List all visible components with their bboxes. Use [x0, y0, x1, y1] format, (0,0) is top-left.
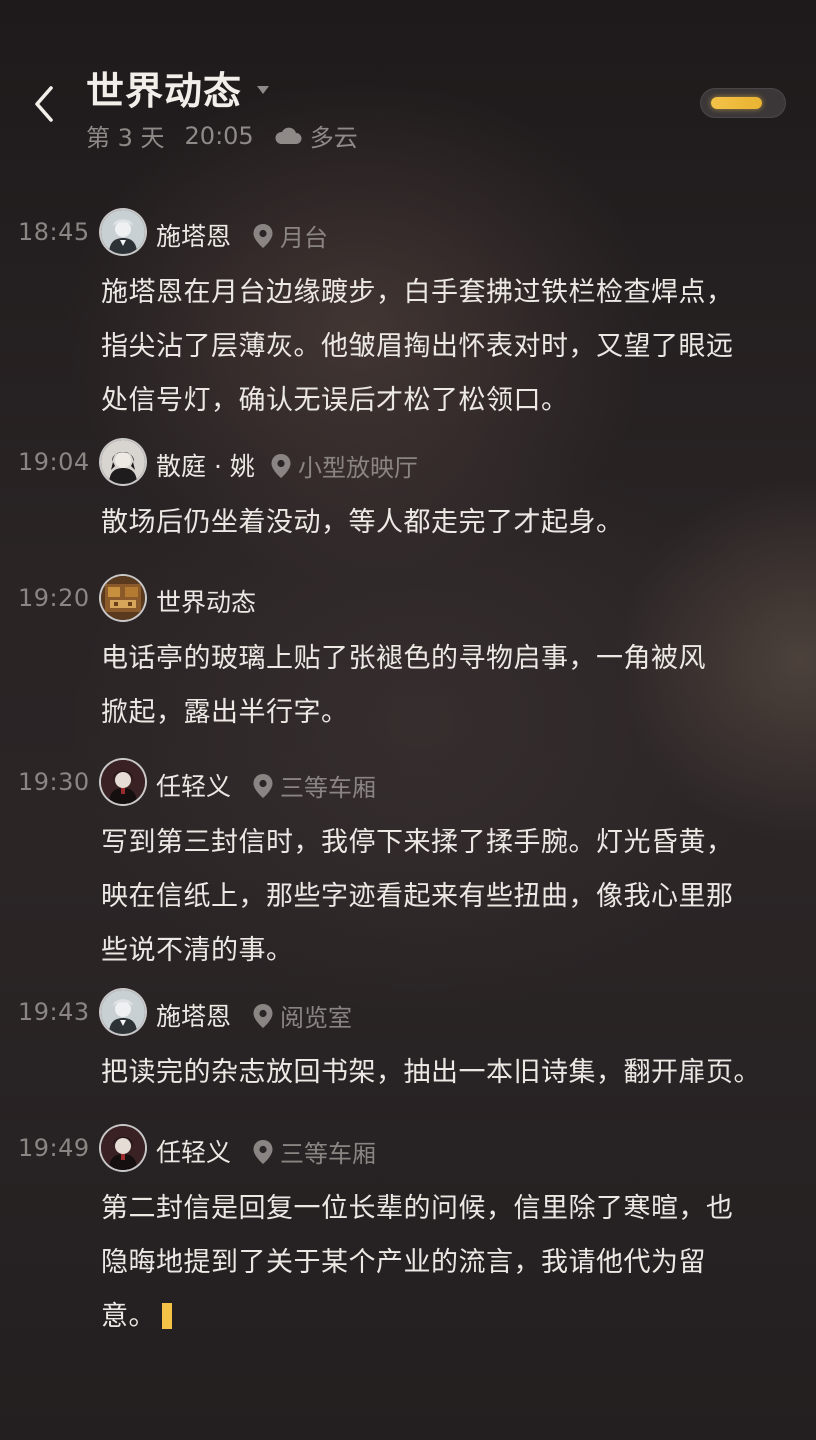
entry-text: 散场后仍坐着没动，等人都走完了才起身。	[101, 496, 781, 550]
feed-entry-header: 19:43 施塔恩 阅览室	[0, 990, 816, 1036]
entry-location-label: 三等车厢	[280, 1140, 376, 1168]
entry-location[interactable]: 三等车厢	[252, 768, 376, 803]
entry-text-line: 指尖沾了层薄灰。他皱眉掏出怀表对时，又望了眼远	[101, 331, 734, 362]
avatar[interactable]	[101, 440, 145, 484]
entry-time: 19:43	[18, 998, 90, 1026]
page-title: 世界动态	[86, 69, 243, 113]
entry-text-line: 电话亭的玻璃上贴了张褪色的寻物启事，一角被风	[101, 643, 706, 674]
entry-location[interactable]: 小型放映厅	[270, 448, 418, 483]
entry-location[interactable]: 月台	[252, 218, 328, 253]
location-pin-icon	[253, 773, 273, 798]
feed-entry-header: 19:04 散庭 · 姚 小型放映厅	[0, 440, 816, 486]
location-pin-icon	[253, 223, 273, 248]
entry-author: 任轻义	[156, 772, 232, 801]
energy-indicator[interactable]	[700, 88, 786, 118]
entry-location-label: 小型放映厅	[298, 454, 418, 482]
entry-time: 19:20	[18, 584, 90, 612]
feed-entry-header: 19:20 世界动态	[0, 576, 816, 622]
entry-author: 散庭 · 姚	[156, 452, 255, 481]
entry-location[interactable]: 阅览室	[252, 998, 352, 1033]
energy-indicator-fill	[711, 97, 762, 109]
entry-text: 施塔恩在月台边缘踱步，白手套拂过铁栏检查焊点， 指尖沾了层薄灰。他皱眉掏出怀表对…	[101, 266, 781, 428]
avatar[interactable]	[101, 990, 145, 1034]
back-button[interactable]	[22, 78, 66, 130]
entry-time: 18:45	[18, 218, 90, 246]
entry-time: 19:04	[18, 448, 90, 476]
entry-text: 写到第三封信时，我停下来揉了揉手腕。灯光昏黄， 映在信纸上，那些字迹看起来有些扭…	[101, 816, 781, 978]
avatar[interactable]	[101, 760, 145, 804]
avatar-shitaen-icon	[101, 990, 145, 1034]
entry-location-label: 阅览室	[280, 1004, 352, 1032]
entry-location-label: 月台	[280, 224, 328, 252]
weather-status: 多云	[274, 118, 358, 153]
screen: 世界动态 第 3 天 20:05 多云 18:45 施塔恩 月台 施塔恩在月台边…	[0, 0, 816, 1440]
entry-text-fragment: 意。	[101, 1301, 156, 1332]
entry-location-label: 三等车厢	[280, 774, 376, 802]
caret-down-icon	[257, 85, 270, 94]
location-pin-icon	[253, 1003, 273, 1028]
entry-text-line: 把读完的杂志放回书架，抽出一本旧诗集，翻开扉页。	[101, 1057, 761, 1088]
entry-location[interactable]: 三等车厢	[252, 1134, 376, 1169]
entry-text-line: 第二封信是回复一位长辈的问候，信里除了寒暄，也	[101, 1193, 734, 1224]
avatar-shitaen-icon	[101, 210, 145, 254]
entry-text: 电话亭的玻璃上贴了张褪色的寻物启事，一角被风 掀起，露出半行字。	[101, 632, 781, 740]
title-dropdown[interactable]: 世界动态	[86, 60, 270, 115]
entry-text-line: 散场后仍坐着没动，等人都走完了才起身。	[101, 507, 624, 538]
entry-text-line: 掀起，露出半行字。	[101, 697, 349, 728]
entry-text: 第二封信是回复一位长辈的问候，信里除了寒暄，也 隐晦地提到了关于某个产业的流言，…	[101, 1182, 781, 1344]
cloud-icon	[275, 127, 302, 144]
location-pin-icon	[271, 453, 291, 478]
location-pin-icon	[253, 1139, 273, 1164]
entry-author: 世界动态	[156, 588, 257, 617]
entry-author: 施塔恩	[156, 1002, 232, 1031]
entry-text-line: 处信号灯，确认无误后才松了松领口。	[101, 385, 569, 416]
avatar[interactable]	[101, 210, 145, 254]
entry-author: 任轻义	[156, 1138, 232, 1167]
clock-time: 20:05	[184, 121, 254, 150]
entry-text-line: 映在信纸上，那些字迹看起来有些扭曲，像我心里那	[101, 881, 734, 912]
typing-cursor	[162, 1303, 172, 1329]
entry-time: 19:49	[18, 1134, 90, 1162]
avatar-world-icon	[101, 576, 145, 620]
avatar[interactable]	[101, 1126, 145, 1170]
avatar-renqingyi-icon	[101, 1126, 145, 1170]
feed-entry-header: 19:30 任轻义 三等车厢	[0, 760, 816, 806]
entry-text-line: 写到第三封信时，我停下来揉了揉手腕。灯光昏黄，	[101, 827, 734, 858]
entry-author: 施塔恩	[156, 222, 232, 251]
avatar-renqingyi-icon	[101, 760, 145, 804]
feed-entry-header: 19:49 任轻义 三等车厢	[0, 1126, 816, 1172]
entry-text: 把读完的杂志放回书架，抽出一本旧诗集，翻开扉页。	[101, 1046, 781, 1100]
day-counter: 第 3 天	[86, 124, 165, 152]
entry-text-line: 些说不清的事。	[101, 935, 294, 966]
entry-text-line: 隐晦地提到了关于某个产业的流言，我请他代为留	[101, 1247, 706, 1278]
entry-text-line: 施塔恩在月台边缘踱步，白手套拂过铁栏检查焊点，	[101, 277, 734, 308]
chevron-left-icon	[35, 86, 53, 122]
entry-time: 19:30	[18, 768, 90, 796]
avatar-santing-yao-icon	[101, 440, 145, 484]
entry-text-line: 意。	[101, 1290, 781, 1344]
feed-entry-header: 18:45 施塔恩 月台	[0, 210, 816, 256]
weather-label: 多云	[309, 124, 358, 152]
status-line: 第 3 天 20:05 多云	[86, 118, 358, 153]
avatar[interactable]	[101, 576, 145, 620]
